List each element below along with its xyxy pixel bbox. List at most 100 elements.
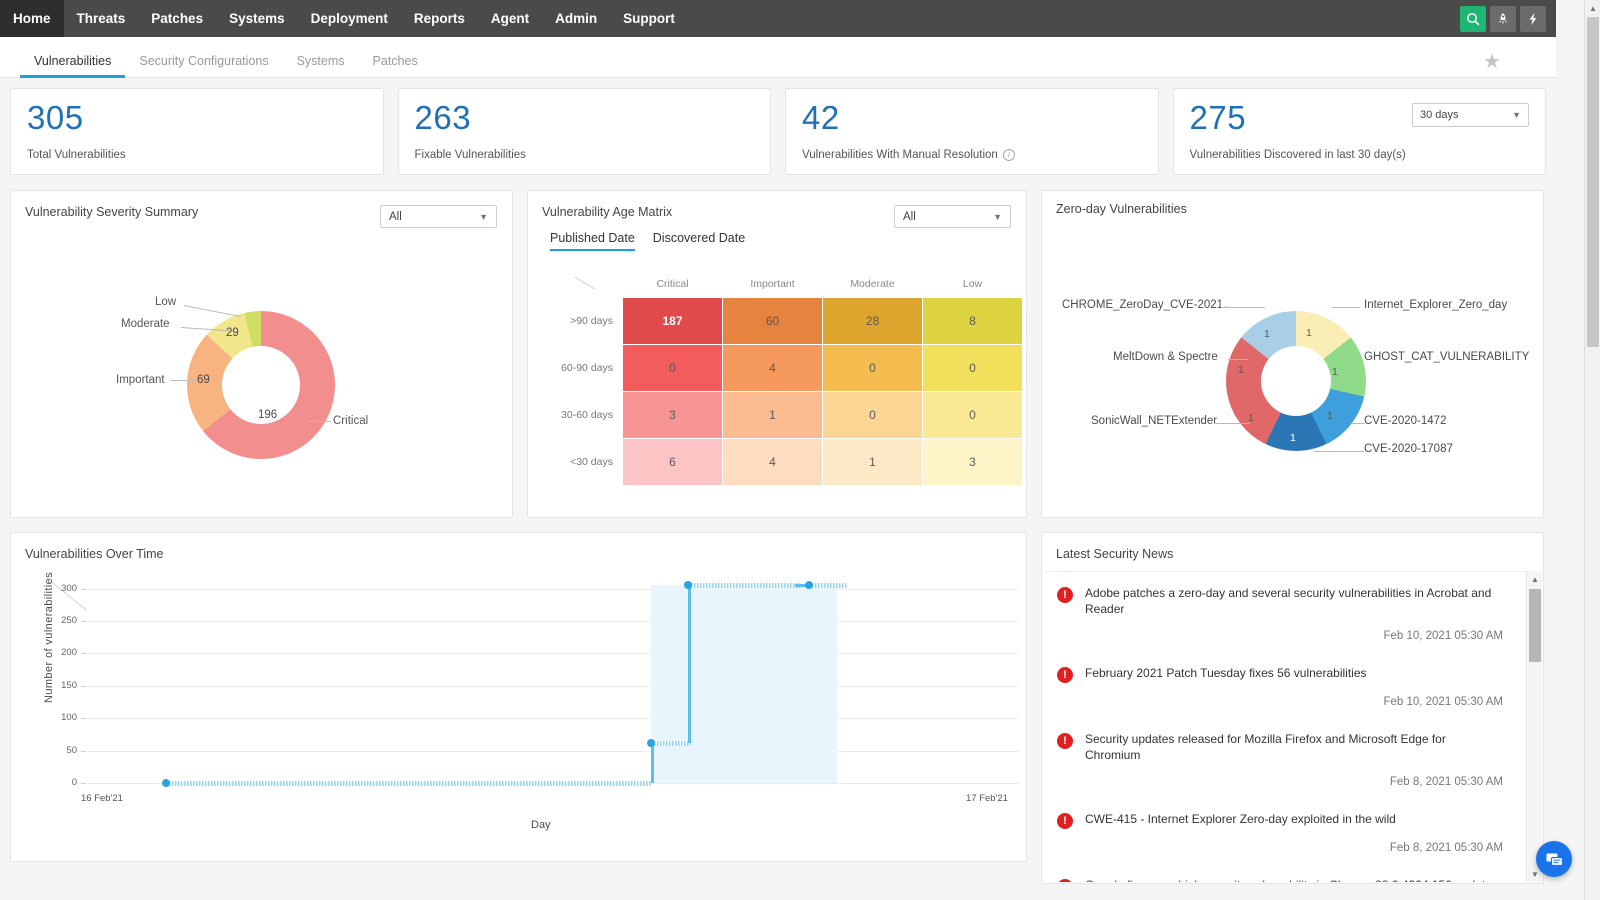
news-scrollbar[interactable]: ▲ ▼ [1526, 571, 1542, 882]
info-icon[interactable]: i [1003, 149, 1015, 161]
news-title: CWE-415 - Internet Explorer Zero-day exp… [1085, 812, 1396, 828]
tab-vulnerabilities[interactable]: Vulnerabilities [20, 54, 125, 77]
kpi-label: Fixable Vulnerabilities [415, 149, 755, 161]
news-list-container: ! Adobe patches a zero-day and several s… [1043, 571, 1542, 882]
page-scroll-up-icon[interactable]: ▲ [1585, 0, 1600, 16]
nav-item-agent[interactable]: Agent [478, 0, 542, 37]
axis-tick [81, 751, 86, 752]
zeroday-label-cve-2020-1472: CVE-2020-1472 [1364, 415, 1446, 427]
heatmap-cell[interactable]: 28 [823, 298, 922, 344]
donut-ring[interactable] [1226, 311, 1366, 451]
news-date: Feb 10, 2021 05:30 AM [1057, 630, 1503, 642]
nav-label: Threats [77, 11, 126, 26]
heatmap-cell[interactable]: 60 [723, 298, 822, 344]
nav-item-threats[interactable]: Threats [64, 0, 139, 37]
data-point-marker[interactable] [647, 739, 655, 747]
news-list-item[interactable]: ! February 2021 Patch Tuesday fixes 56 v… [1043, 652, 1525, 718]
age-tab-discovered-date[interactable]: Discovered Date [653, 231, 745, 251]
page-scrollbar-thumb[interactable] [1587, 17, 1599, 347]
kpi-label-text: Vulnerabilities With Manual Resolution [802, 149, 998, 161]
heatmap-cell[interactable]: 4 [723, 439, 822, 485]
heatmap-cell[interactable]: 6 [623, 439, 722, 485]
heatmap-cell[interactable]: 0 [623, 345, 722, 391]
news-list-item[interactable]: ! Adobe patches a zero-day and several s… [1043, 572, 1525, 652]
news-date: Feb 8, 2021 05:30 AM [1057, 776, 1503, 788]
kpi-card-row: 305 Total Vulnerabilities 263 Fixable Vu… [10, 88, 1546, 175]
nav-item-home[interactable]: Home [0, 0, 64, 37]
page-scrollbar[interactable]: ▲ [1584, 0, 1600, 900]
severity-donut-chart: Low Moderate Important Critical 196 69 2… [11, 219, 512, 474]
kpi-card-discovered-recent[interactable]: 275 Vulnerabilities Discovered in last 3… [1173, 88, 1547, 175]
news-list-item[interactable]: ! Google fixes one high-severity vulnera… [1043, 864, 1525, 882]
y-tick-label: 200 [49, 647, 77, 658]
news-head: ! Adobe patches a zero-day and several s… [1057, 586, 1503, 617]
nav-item-systems[interactable]: Systems [216, 0, 298, 37]
nav-item-admin[interactable]: Admin [542, 0, 610, 37]
nav-label: Deployment [311, 11, 388, 26]
favorite-star-icon[interactable]: ★ [1483, 52, 1501, 72]
x-tick-end: 17 Feb'21 [966, 793, 1008, 804]
kpi-value: 263 [415, 101, 755, 136]
severity-label-important: Important [116, 374, 165, 386]
news-date: Feb 10, 2021 05:30 AM [1057, 696, 1503, 708]
heatmap-cell[interactable]: 3 [923, 439, 1022, 485]
tab-security-configurations[interactable]: Security Configurations [125, 54, 282, 77]
gridline [87, 653, 1019, 654]
news-list: ! Adobe patches a zero-day and several s… [1043, 572, 1525, 882]
leader-line-low [184, 305, 241, 317]
news-title: Adobe patches a zero-day and several sec… [1085, 586, 1503, 617]
panel-title: Zero-day Vulnerabilities [1042, 191, 1543, 216]
news-list-item[interactable]: ! CWE-415 - Internet Explorer Zero-day e… [1043, 798, 1525, 864]
tab-label: Vulnerabilities [34, 54, 111, 68]
zeroday-donut-chart: Internet_Explorer_Zero_day GHOST_CAT_VUL… [1042, 216, 1543, 501]
axis-tick [81, 783, 86, 784]
heatmap-row-label: 60-90 days [556, 345, 622, 391]
news-title: Google fixes one high-severity vulnerabi… [1085, 878, 1492, 882]
age-matrix-filter-select[interactable]: All ▼ [894, 205, 1011, 228]
heatmap-cell[interactable]: 187 [623, 298, 722, 344]
heatmap-cell[interactable]: 8 [923, 298, 1022, 344]
severity-value-moderate: 29 [226, 327, 239, 339]
charts-row-one: Vulnerability Severity Summary All ▼ Low… [10, 190, 1546, 518]
discovery-period-select[interactable]: 30 days ▼ [1412, 103, 1529, 127]
heatmap-cell[interactable]: 0 [823, 345, 922, 391]
heatmap-cell[interactable]: 1 [823, 439, 922, 485]
line-chart: Number of vulnerabilities Day 16 Feb'21 … [11, 561, 1026, 841]
zeroday-value: 1 [1327, 410, 1333, 422]
scrollbar-thumb[interactable] [1529, 589, 1541, 662]
nav-label: Reports [414, 11, 465, 26]
scroll-up-icon[interactable]: ▲ [1527, 571, 1543, 587]
heatmap-cell[interactable]: 1 [723, 392, 822, 438]
heatmap-cell[interactable]: 4 [723, 345, 822, 391]
gridline [87, 751, 1019, 752]
leader-line-important [171, 380, 195, 381]
heatmap-cell[interactable]: 0 [823, 392, 922, 438]
tab-patches[interactable]: Patches [359, 54, 432, 77]
series-segment [688, 585, 691, 742]
chat-support-button[interactable] [1536, 841, 1572, 877]
heatmap-row: <30 days 6 4 1 3 [556, 439, 1022, 485]
kpi-card-fixable-vulnerabilities[interactable]: 263 Fixable Vulnerabilities [398, 88, 772, 175]
news-list-item[interactable]: ! Security updates released for Mozilla … [1043, 718, 1525, 798]
lightning-icon[interactable] [1520, 6, 1546, 32]
heatmap-cell[interactable]: 0 [923, 392, 1022, 438]
age-tab-published-date[interactable]: Published Date [550, 231, 635, 251]
heatmap-cell[interactable]: 0 [923, 345, 1022, 391]
series-segment [166, 781, 651, 786]
kpi-card-manual-resolution[interactable]: 42 Vulnerabilities With Manual Resolutio… [785, 88, 1159, 175]
panel-vulnerabilities-over-time: Vulnerabilities Over Time Number of vuln… [10, 532, 1027, 862]
nav-item-patches[interactable]: Patches [138, 0, 216, 37]
zeroday-value: 1 [1248, 412, 1254, 424]
tab-systems[interactable]: Systems [283, 54, 359, 77]
nav-item-deployment[interactable]: Deployment [298, 0, 401, 37]
nav-item-support[interactable]: Support [610, 0, 688, 37]
search-icon[interactable] [1460, 6, 1486, 32]
panel-title: Latest Security News [1042, 533, 1543, 561]
heatmap-cell[interactable]: 3 [623, 392, 722, 438]
rocket-icon[interactable] [1490, 6, 1516, 32]
nav-item-reports[interactable]: Reports [401, 0, 478, 37]
kpi-card-total-vulnerabilities[interactable]: 305 Total Vulnerabilities [10, 88, 384, 175]
y-tick-label: 250 [49, 615, 77, 626]
news-date: Feb 8, 2021 05:30 AM [1057, 842, 1503, 854]
alert-icon: ! [1057, 879, 1073, 882]
